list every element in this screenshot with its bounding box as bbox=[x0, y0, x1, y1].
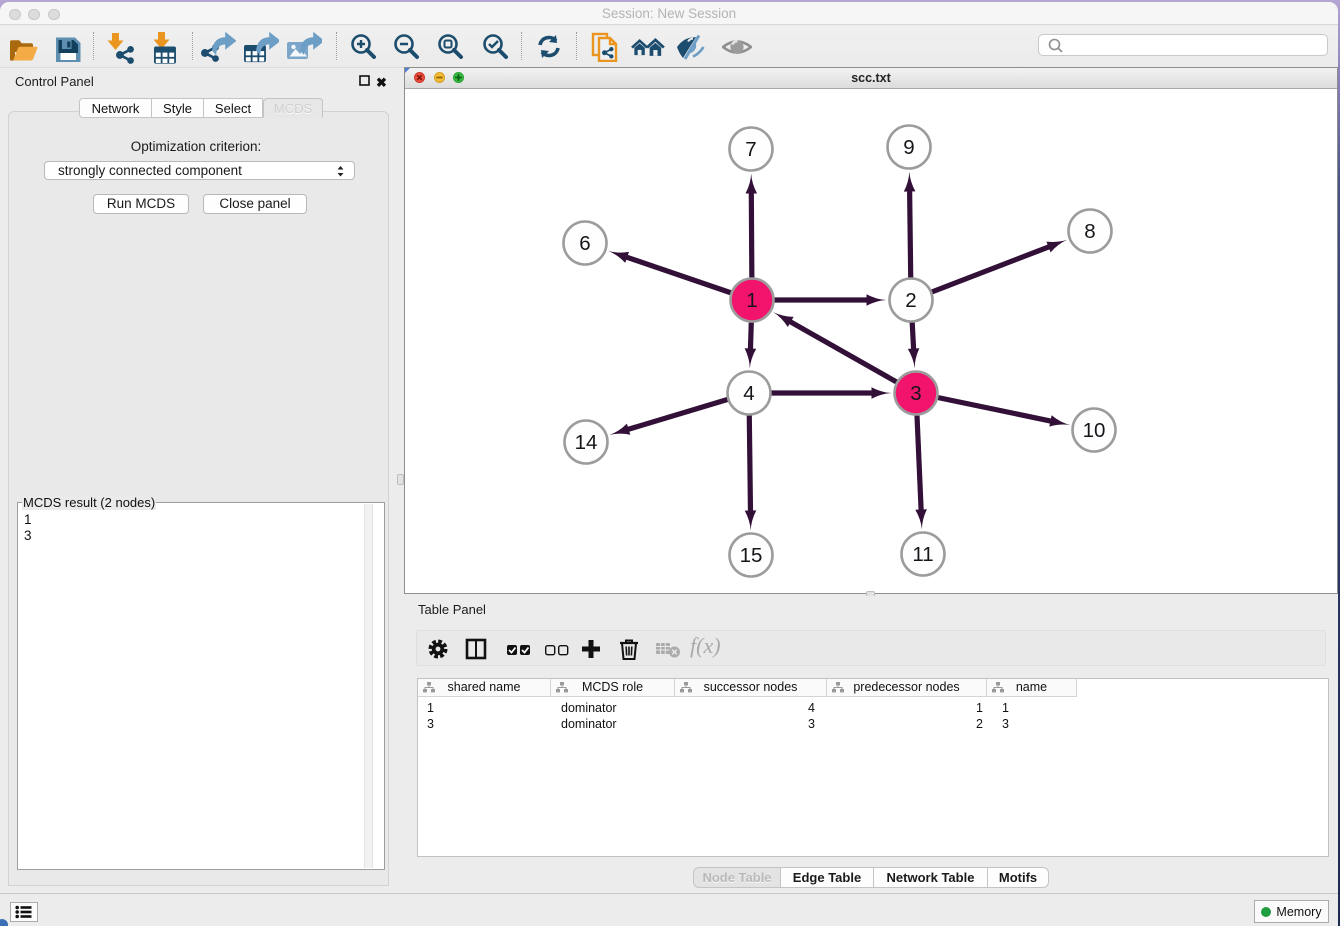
svg-text:6: 6 bbox=[579, 232, 590, 255]
svg-text:7: 7 bbox=[745, 138, 756, 161]
svg-text:15: 15 bbox=[740, 544, 763, 567]
svg-text:8: 8 bbox=[1084, 220, 1095, 243]
svg-text:1: 1 bbox=[746, 289, 757, 312]
svg-text:4: 4 bbox=[743, 382, 754, 405]
svg-text:14: 14 bbox=[575, 431, 598, 454]
svg-text:2: 2 bbox=[905, 289, 916, 312]
svg-text:11: 11 bbox=[912, 543, 933, 566]
svg-text:3: 3 bbox=[910, 382, 921, 405]
svg-text:10: 10 bbox=[1083, 419, 1106, 442]
svg-text:9: 9 bbox=[903, 136, 914, 159]
